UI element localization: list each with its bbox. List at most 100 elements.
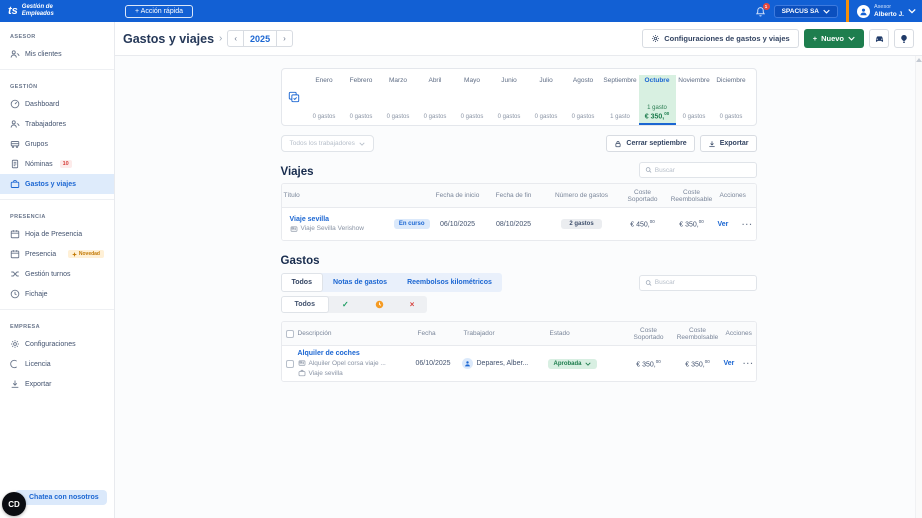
status-filter-all[interactable]: Todos — [281, 296, 329, 313]
trip-view-link[interactable]: Ver — [718, 221, 729, 228]
card-icon — [298, 359, 306, 367]
x-icon: × — [410, 300, 415, 309]
month-cell-octubre-active[interactable]: Octubre 1 gasto € 350,00 — [639, 75, 676, 125]
sidebar-item-gastos-y-viajes[interactable]: Gastos y viajes — [0, 174, 114, 194]
novedad-badge: Novedad — [68, 250, 104, 258]
sidebar-item-exportar[interactable]: Exportar — [0, 374, 114, 394]
expense-cost-supported: € 350,00 — [626, 359, 672, 368]
viajes-search[interactable] — [639, 162, 757, 178]
sidebar-item-presencia[interactable]: Presencia Novedad — [0, 244, 114, 264]
person-icon — [859, 7, 868, 16]
month-cell-abril[interactable]: Abril0 gastos — [417, 75, 454, 125]
top-bar: ts Gestión deEmpleados + Acción rápida 1… — [0, 0, 922, 22]
mileage-button[interactable] — [869, 29, 889, 48]
workers-filter-dropdown[interactable]: Todos los trabajadores — [281, 135, 374, 152]
notification-badge: 1 — [763, 3, 770, 10]
sidebar-item-grupos[interactable]: Grupos — [0, 134, 114, 154]
month-cell-julio[interactable]: Julio0 gastos — [528, 75, 565, 125]
expense-status-dropdown[interactable]: Aprobada — [548, 359, 597, 369]
sidebar-item-mis-clientes[interactable]: Mis clientes — [0, 44, 114, 64]
gastos-table-row: Alquiler de coches Alquiler Opel corsa v… — [282, 346, 756, 381]
sidebar-item-configuraciones[interactable]: Configuraciones — [0, 334, 114, 354]
chevron-down-icon — [823, 9, 830, 14]
sidebar-item-nominas[interactable]: Nóminas 10 — [0, 154, 114, 174]
sidebar-item-label: Presencia — [25, 251, 56, 258]
export-button[interactable]: Exportar — [700, 135, 757, 152]
logo-text: Gestión deEmpleados — [22, 4, 54, 18]
chat-widget-button[interactable]: CD — [2, 492, 26, 516]
expense-cost-reimbursable: € 350,00 — [672, 359, 724, 368]
sidebar-item-label: Gastos y viajes — [25, 181, 76, 188]
month-cell-marzo[interactable]: Marzo0 gastos — [380, 75, 417, 125]
expense-link[interactable]: Alquiler de coches — [298, 350, 360, 357]
quick-action-button[interactable]: + Acción rápida — [125, 5, 193, 18]
sidebar-item-licencia[interactable]: Licencia — [0, 354, 114, 374]
gear-icon — [651, 34, 660, 43]
copy-check-icon — [288, 75, 306, 125]
next-year-button[interactable]: › — [277, 30, 293, 47]
month-cell-enero[interactable]: Enero0 gastos — [306, 75, 343, 125]
chat-button[interactable]: Chatea con nosotros — [15, 490, 107, 505]
expense-worker: Depares, Alber... — [462, 358, 548, 369]
expense-row-menu-button[interactable]: ··· — [742, 359, 756, 368]
trip-link[interactable]: Viaje sevilla — [290, 216, 330, 223]
close-month-button[interactable]: Cerrar septiembre — [606, 135, 694, 152]
month-cell-septiembre[interactable]: Septiembre1 gasto — [602, 75, 639, 125]
app-logo[interactable]: ts Gestión deEmpleados — [0, 4, 115, 18]
tab-todos[interactable]: Todos — [281, 273, 323, 292]
scroll-up-arrow-icon — [916, 58, 922, 62]
expense-settings-button[interactable]: Configuraciones de gastos y viajes — [642, 29, 798, 48]
expense-view-link[interactable]: Ver — [724, 360, 735, 367]
status-filter-pending[interactable] — [362, 296, 397, 313]
gastos-title: Gastos — [281, 255, 320, 267]
viajes-table-header: Título Fecha de inicio Fecha de fin Núme… — [282, 184, 756, 208]
sidebar-item-label: Configuraciones — [25, 341, 76, 348]
search-icon — [645, 166, 652, 174]
car-icon — [874, 33, 885, 44]
person-icon — [464, 360, 471, 367]
lightbulb-icon — [899, 34, 909, 44]
gastos-table-header: Descripción Fecha Trabajador Estado Cost… — [282, 322, 756, 346]
gastos-table: Descripción Fecha Trabajador Estado Cost… — [281, 321, 757, 382]
sidebar-item-gestion-turnos[interactable]: Gestión turnos — [0, 264, 114, 284]
notifications-button[interactable]: 1 — [755, 6, 766, 17]
row-checkbox[interactable] — [286, 360, 294, 368]
status-filter-rejected[interactable]: × — [397, 296, 428, 313]
sidebar-section-asesor: ASESOR — [0, 30, 114, 44]
sidebar-item-dashboard[interactable]: Dashboard — [0, 94, 114, 114]
breadcrumb-chevron-icon: › — [219, 33, 222, 44]
trip-row-menu-button[interactable]: ··· — [740, 220, 756, 229]
status-filter-approved[interactable]: ✓ — [329, 296, 362, 313]
sidebar-item-hoja-de-presencia[interactable]: Hoja de Presencia — [0, 224, 114, 244]
vertical-scrollbar[interactable] — [915, 56, 922, 518]
sidebar-item-fichaje[interactable]: Fichaje — [0, 284, 114, 304]
month-cell-febrero[interactable]: Febrero0 gastos — [343, 75, 380, 125]
sidebar-item-trabajadores[interactable]: Trabajadores — [0, 114, 114, 134]
clock-icon — [375, 300, 384, 309]
month-cell-mayo[interactable]: Mayo0 gastos — [454, 75, 491, 125]
month-amount: € 350,00 — [640, 111, 675, 120]
tab-notas-de-gastos[interactable]: Notas de gastos — [323, 273, 397, 292]
logo-icon: ts — [8, 6, 18, 17]
gastos-search-input[interactable] — [655, 279, 751, 286]
briefcase-icon — [298, 369, 306, 377]
divider — [0, 199, 114, 200]
month-cell-diciembre[interactable]: Diciembre0 gastos — [713, 75, 750, 125]
month-cell-junio[interactable]: Junio0 gastos — [491, 75, 528, 125]
chevron-down-icon — [848, 36, 855, 41]
gastos-search[interactable] — [639, 275, 757, 291]
select-all-checkbox[interactable] — [286, 330, 294, 338]
gastos-tabs: Todos Notas de gastos Reembolsos kilomét… — [281, 273, 502, 292]
trip-expense-count-badge: 2 gastos — [561, 219, 601, 229]
tab-reembolsos-kilometricos[interactable]: Reembolsos kilométricos — [397, 273, 502, 292]
viajes-search-input[interactable] — [655, 167, 751, 174]
new-button[interactable]: + Nuevo — [804, 29, 864, 48]
prev-year-button[interactable]: ‹ — [227, 30, 244, 47]
page-header: Gastos y viajes › ‹ 2025 › Configuracion… — [115, 22, 922, 56]
tips-button[interactable] — [894, 29, 914, 48]
month-cell-noviembre[interactable]: Noviembre0 gastos — [676, 75, 713, 125]
company-selector[interactable]: SPACUS SA — [774, 5, 838, 18]
user-menu[interactable]: Asesor Alberto J. — [857, 3, 916, 20]
month-cell-agosto[interactable]: Agosto0 gastos — [565, 75, 602, 125]
user-texts: Asesor Alberto J. — [874, 3, 904, 20]
